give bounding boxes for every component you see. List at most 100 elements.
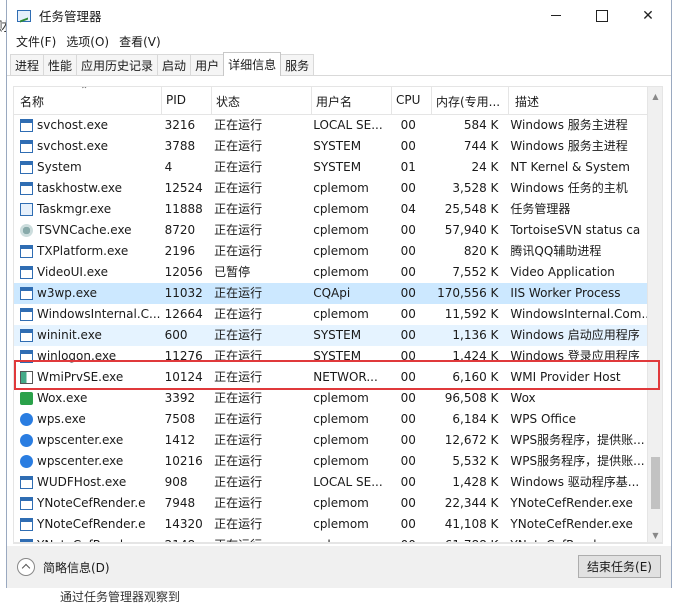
- column-header-pid[interactable]: PID: [162, 87, 212, 115]
- process-name: taskhostw.exe: [37, 181, 122, 195]
- scroll-down-icon[interactable]: ▼: [648, 528, 662, 543]
- process-status: 正在运行: [214, 412, 263, 426]
- process-name: WUDFHost.exe: [37, 475, 127, 489]
- task-manager-icon: [17, 9, 31, 22]
- close-button[interactable]: [625, 0, 671, 31]
- table-row[interactable]: WindowsInternal.C... 12664 正在运行 cplemom 00 11…: [14, 304, 653, 325]
- process-pid: 10124: [164, 370, 203, 384]
- maximize-button[interactable]: [579, 0, 625, 31]
- process-description: WPS服务程序，提供账...: [510, 454, 645, 468]
- scroll-up-icon[interactable]: ▲: [648, 89, 662, 104]
- window-title: 任务管理器: [39, 9, 102, 24]
- process-user: SYSTEM: [313, 349, 362, 363]
- window-controls: [533, 0, 671, 31]
- column-header-cpu[interactable]: CPU: [392, 87, 432, 115]
- column-header-name-label: 名称: [20, 95, 45, 109]
- process-memory: 6,160 K: [452, 370, 499, 384]
- table-row[interactable]: wpscenter.exe 1412 正在运行 cplemom 00 12,672 K WP…: [14, 430, 653, 451]
- tortoise-icon: [20, 224, 33, 237]
- wmi-icon: [20, 371, 33, 384]
- minimize-button[interactable]: [533, 0, 579, 31]
- process-description: Windows 服务主进程: [510, 118, 628, 132]
- tab-startup[interactable]: 启动: [157, 54, 192, 75]
- table-row[interactable]: winlogon.exe 11276 正在运行 SYSTEM 00 1,424 K Wind…: [14, 346, 653, 367]
- task-manager-window: 任务管理器 文件(F) 选项(O) 查看(V) 进程 性能 应用历史记录 启动 …: [6, 0, 672, 588]
- column-header-memory[interactable]: 内存(专用...: [432, 87, 509, 115]
- process-status: 正在运行: [214, 118, 263, 132]
- process-name: YNoteCefRender.e: [37, 517, 146, 531]
- scrollbar-thumb[interactable]: [651, 457, 660, 509]
- table-row[interactable]: w3wp.exe 11032 正在运行 CQApi 00 170,556 K IIS Wor…: [14, 283, 653, 304]
- table-row[interactable]: TSVNCache.exe 8720 正在运行 cplemom 00 57,940 K To…: [14, 220, 653, 241]
- table-row[interactable]: wininit.exe 600 正在运行 SYSTEM 00 1,136 K Windows…: [14, 325, 653, 346]
- process-status: 正在运行: [214, 139, 263, 153]
- menu-file[interactable]: 文件(F): [11, 33, 61, 50]
- process-name-cell: Wox.exe: [14, 388, 161, 409]
- process-description: Video Application: [510, 265, 615, 279]
- table-row[interactable]: wpscenter.exe 10216 正在运行 cplemom 00 5,532 K WP…: [14, 451, 653, 472]
- process-name-cell: wpscenter.exe: [14, 451, 161, 472]
- process-name-cell: svchost.exe: [14, 115, 161, 136]
- menu-view[interactable]: 查看(V): [114, 33, 166, 50]
- title-bar[interactable]: 任务管理器: [7, 0, 671, 31]
- column-header-user[interactable]: 用户名: [312, 87, 392, 115]
- table-row[interactable]: TXPlatform.exe 2196 正在运行 cplemom 00 820 K 腾讯QQ…: [14, 241, 653, 262]
- taskmgr-icon: [20, 203, 33, 216]
- process-name-cell: wininit.exe: [14, 325, 161, 346]
- table-row[interactable]: VideoUI.exe 12056 已暂停 cplemom 00 7,552 K Video…: [14, 262, 653, 283]
- process-pid: 10216: [164, 454, 203, 468]
- tab-app-history[interactable]: 应用历史记录: [76, 54, 159, 75]
- window-icon: [20, 287, 33, 300]
- table-row[interactable]: WmiPrvSE.exe 10124 正在运行 NETWOR... 00 6,160 K W…: [14, 367, 653, 388]
- table-row[interactable]: wps.exe 7508 正在运行 cplemom 00 6,184 K WPS Offic…: [14, 409, 653, 430]
- process-status: 正在运行: [214, 433, 263, 447]
- process-status: 已暂停: [214, 265, 251, 279]
- process-name-cell: TSVNCache.exe: [14, 220, 161, 241]
- table-row[interactable]: System 4 正在运行 SYSTEM 01 24 K NT Kernel & Syste…: [14, 157, 653, 178]
- process-status: 正在运行: [214, 328, 263, 342]
- table-row[interactable]: YNoteCefRender.e 7948 正在运行 cplemom 00 22,344 …: [14, 493, 653, 514]
- column-header-status[interactable]: 状态: [212, 87, 312, 115]
- process-name-cell: WmiPrvSE.exe: [14, 367, 161, 388]
- vertical-scrollbar[interactable]: ▲ ▼: [647, 87, 662, 543]
- process-name-cell: wps.exe: [14, 409, 161, 430]
- table-row[interactable]: svchost.exe 3788 正在运行 SYSTEM 00 744 K Windows …: [14, 136, 653, 157]
- column-header-description[interactable]: 描述: [509, 87, 653, 115]
- process-memory: 25,548 K: [444, 202, 499, 216]
- window-icon: [20, 329, 33, 342]
- wps-icon: [20, 413, 33, 426]
- table-row[interactable]: WUDFHost.exe 908 正在运行 LOCAL SE... 00 1,428 K W…: [14, 472, 653, 493]
- table-row[interactable]: YNoteCefRender.e 14320 正在运行 cplemom 00 41,108…: [14, 514, 653, 535]
- process-name: WmiPrvSE.exe: [37, 370, 124, 384]
- process-status: 正在运行: [214, 160, 263, 174]
- process-status: 正在运行: [214, 496, 263, 510]
- process-pid: 11888: [164, 202, 203, 216]
- column-header-name[interactable]: ⌃ 名称: [14, 87, 162, 115]
- tab-details[interactable]: 详细信息: [223, 52, 282, 76]
- process-user: cplemom: [313, 181, 369, 195]
- window-icon: [20, 266, 33, 279]
- tab-bar: 进程 性能 应用历史记录 启动 用户 详细信息 服务: [7, 51, 671, 76]
- table-row[interactable]: Taskmgr.exe 11888 正在运行 cplemom 04 25,548 K 任务管…: [14, 199, 653, 220]
- tab-processes[interactable]: 进程: [10, 54, 45, 75]
- table-row[interactable]: Wox.exe 3392 正在运行 cplemom 00 96,508 K Wox: [14, 388, 653, 409]
- tab-users[interactable]: 用户: [190, 54, 225, 75]
- process-user: cplemom: [313, 496, 369, 510]
- process-memory: 584 K: [463, 118, 499, 132]
- process-name-cell: w3wp.exe: [14, 283, 161, 304]
- table-row[interactable]: svchost.exe 3216 正在运行 LOCAL SE... 00 584 K Win…: [14, 115, 653, 136]
- end-task-button[interactable]: 结束任务(E): [578, 555, 661, 578]
- tab-performance[interactable]: 性能: [43, 54, 78, 75]
- menu-bar: 文件(F) 选项(O) 查看(V): [7, 31, 671, 51]
- process-memory: 1,136 K: [452, 328, 499, 342]
- tab-services[interactable]: 服务: [280, 54, 315, 75]
- table-row[interactable]: taskhostw.exe 12524 正在运行 cplemom 00 3,528 K Wi…: [14, 178, 653, 199]
- process-status: 正在运行: [214, 475, 263, 489]
- fewer-details-link[interactable]: 简略信息(D): [43, 559, 110, 576]
- process-name: System: [37, 160, 82, 174]
- wps-icon: [20, 434, 33, 447]
- process-name-cell: YNoteCefRender.e: [14, 514, 161, 535]
- chevron-up-icon[interactable]: [17, 558, 35, 576]
- process-user: SYSTEM: [313, 328, 362, 342]
- menu-options[interactable]: 选项(O): [61, 33, 114, 50]
